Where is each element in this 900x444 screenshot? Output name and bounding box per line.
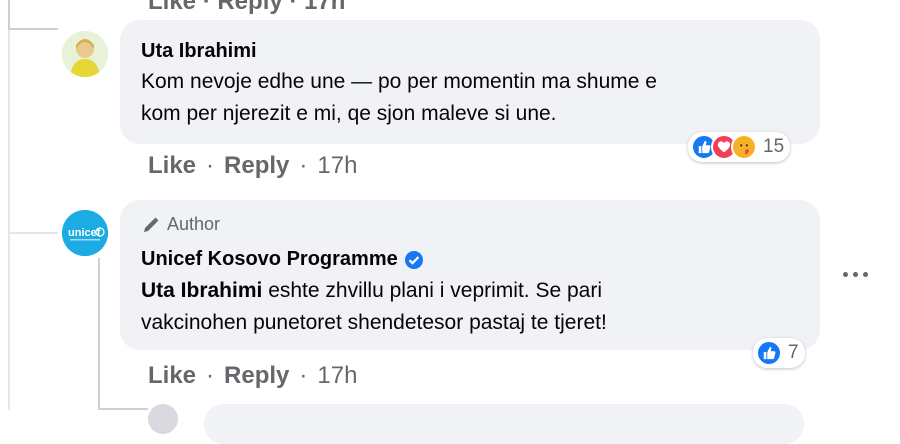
author-badge-label: Author <box>167 214 221 234</box>
comment-text-line1: Kom nevoje edhe une — po per momentin ma… <box>141 70 657 93</box>
thread-line-reply <box>98 258 100 410</box>
like-button[interactable]: Like <box>148 152 196 180</box>
thread-line-top <box>8 0 10 30</box>
timestamp[interactable]: 17h <box>317 362 357 390</box>
previous-actions-text[interactable]: Like · Reply · 17h <box>148 0 345 16</box>
avatar[interactable] <box>62 31 108 77</box>
timestamp[interactable]: 17h <box>317 152 357 180</box>
reaction-summary[interactable]: 7 <box>753 338 805 368</box>
separator-dot: · <box>206 362 215 389</box>
comment-author[interactable]: Uta Ibrahimi <box>141 40 257 63</box>
author-badge: Author <box>141 214 220 235</box>
like-icon <box>756 340 782 366</box>
verified-badge-icon <box>404 250 424 270</box>
thread-line-curve-top <box>8 28 58 30</box>
separator-dot: · <box>299 362 308 389</box>
comment-text-line2: kom per njerezit e mi, qe sjon maleve si… <box>141 102 557 125</box>
care-icon <box>731 134 757 160</box>
thread-line-main <box>8 30 10 410</box>
unicef-logo-icon: unicef <box>62 210 108 256</box>
comment-bubble: Uta Ibrahimi Kom nevoje edhe une — po pe… <box>120 20 820 144</box>
thread-line-branch <box>8 232 58 234</box>
separator-dot: · <box>299 152 308 179</box>
previous-comment-actions[interactable]: Like · Reply · 17h <box>148 0 345 16</box>
next-reply-bubble <box>204 404 804 444</box>
dot <box>843 272 848 277</box>
reply-actions: Like · Reply · 17h <box>148 362 357 390</box>
reply-bubble: Author Unicef Kosovo Programme Uta Ibrah… <box>120 200 820 350</box>
user-avatar-image <box>62 31 108 77</box>
unicef-avatar[interactable]: unicef <box>62 210 108 256</box>
dot <box>863 272 868 277</box>
reply-text-line1: Uta Ibrahimi eshte zhvillu plani i vepri… <box>141 275 602 307</box>
dot <box>853 272 858 277</box>
reply-button[interactable]: Reply <box>224 152 289 180</box>
reply-button[interactable]: Reply <box>224 362 289 390</box>
reply-author-name[interactable]: Unicef Kosovo Programme <box>141 248 398 271</box>
separator-dot: · <box>206 152 215 179</box>
reply-text-line2: vakcinohen punetoret shendetesor pastaj … <box>141 311 607 334</box>
like-button[interactable]: Like <box>148 362 196 390</box>
more-options-button[interactable] <box>843 272 868 277</box>
reaction-count: 15 <box>763 136 785 157</box>
next-reply-avatar[interactable] <box>148 404 178 434</box>
mention-link[interactable]: Uta Ibrahimi <box>141 279 262 302</box>
comment-actions: Like · Reply · 17h <box>148 152 357 180</box>
reply-text-line1-rest: eshte zhvillu plani i veprimit. Se pari <box>262 279 603 302</box>
reaction-count: 7 <box>788 342 799 363</box>
pencil-icon <box>144 217 159 232</box>
reply-author[interactable]: Unicef Kosovo Programme <box>141 248 424 271</box>
reaction-summary[interactable]: 15 <box>688 132 791 162</box>
